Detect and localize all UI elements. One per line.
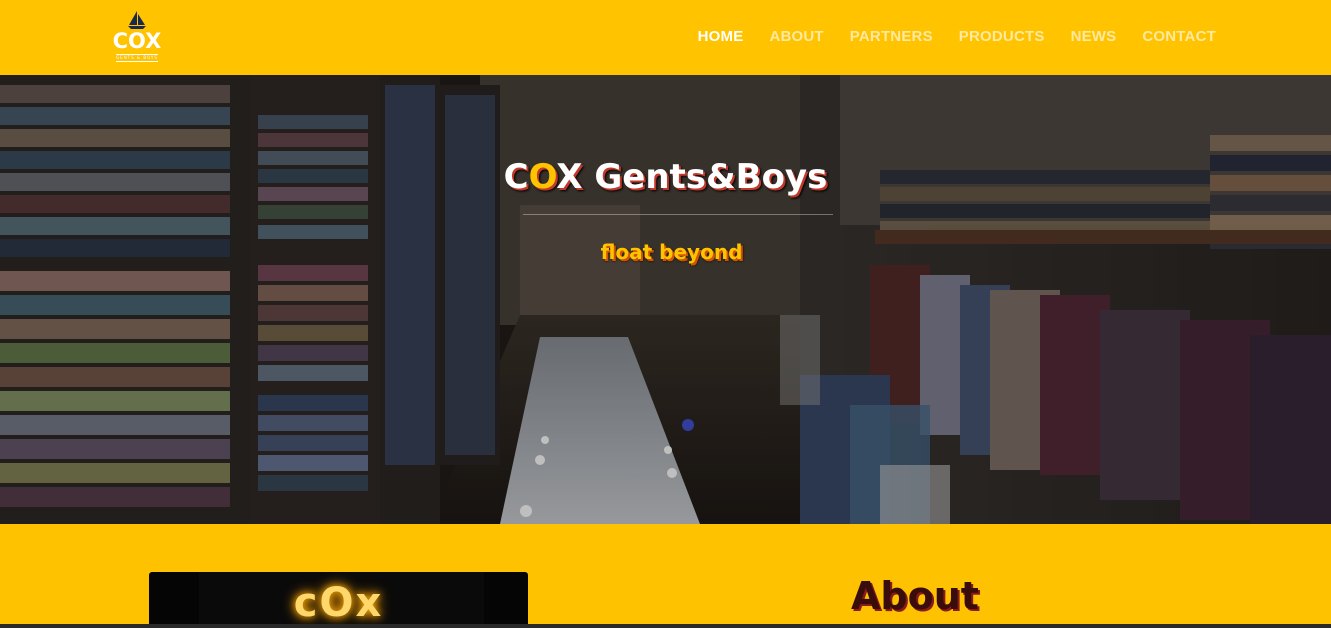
hero-title-c: C [503,157,529,197]
main-nav: HOME ABOUT PARTNERS PRODUCTS NEWS CONTAC… [672,28,1216,45]
nav-products[interactable]: PRODUCTS [959,28,1045,45]
site-logo[interactable]: COX GENTS & BOYS [112,10,162,64]
nav-news[interactable]: NEWS [1071,28,1117,45]
hero-tagline: float beyond [600,240,743,264]
nav-about[interactable]: ABOUT [769,28,823,45]
logo-subtext: GENTS & BOYS [116,54,158,62]
hero-title-rest: X Gents&Boys [556,157,828,197]
nav-partners[interactable]: PARTNERS [850,28,933,45]
hero-title: COX Gents&Boys [0,157,1331,197]
logo-text: COX [112,29,162,53]
boat-icon [128,11,146,29]
site-header: COX GENTS & BOYS HOME ABOUT PARTNERS PRO… [0,0,1331,75]
hero-divider [523,214,833,215]
sign-text: cOx [293,580,384,626]
hero-title-o: O [528,157,557,197]
horizontal-scrollbar[interactable] [0,624,1331,628]
store-interior-image [0,75,1331,524]
store-sign-photo: cOx [149,572,528,628]
nav-home[interactable]: HOME [698,28,744,45]
about-heading: About [851,574,979,618]
nav-contact[interactable]: CONTACT [1142,28,1216,45]
hero-banner: COX Gents&Boys float beyond [0,75,1331,524]
